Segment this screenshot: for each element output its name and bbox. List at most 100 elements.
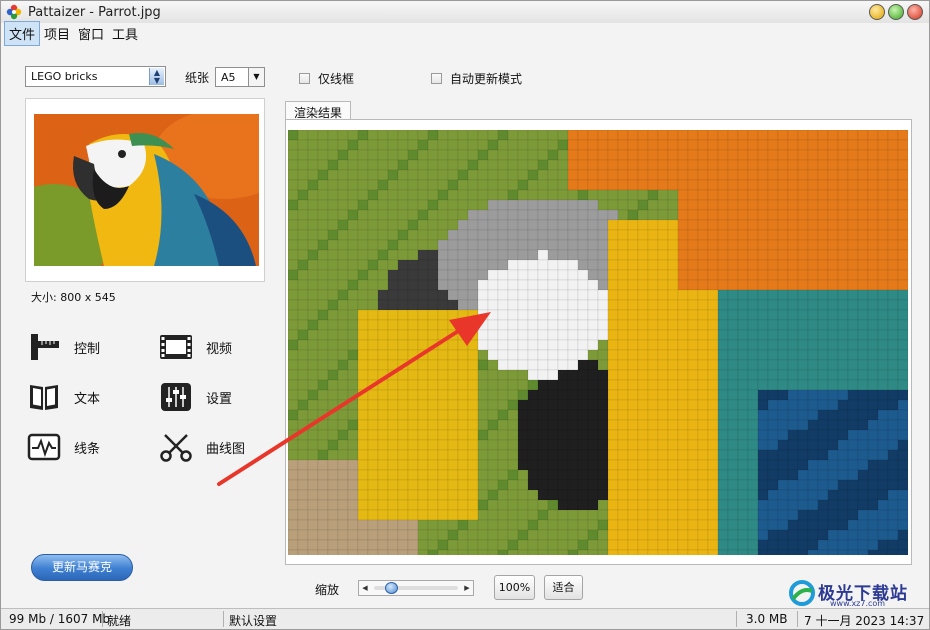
mosaic-brick	[687, 369, 699, 381]
zoom-fit-button[interactable]: 适合	[544, 575, 583, 600]
mosaic-brick	[367, 189, 379, 201]
mosaic-brick	[867, 209, 879, 221]
mosaic-brick	[877, 279, 889, 291]
mosaic-brick	[447, 489, 459, 501]
mosaic-brick	[587, 229, 599, 241]
mosaic-brick	[577, 209, 589, 221]
mosaic-brick	[387, 539, 399, 551]
slider-right-arrow-icon[interactable]: ▶	[461, 581, 473, 595]
mosaic-brick	[327, 489, 339, 501]
mosaic-brick	[667, 189, 679, 201]
mosaic-brick	[317, 239, 329, 251]
maximize-button[interactable]	[888, 4, 904, 20]
mosaic-brick	[877, 359, 889, 371]
menu-window[interactable]: 窗口	[74, 22, 108, 45]
tab-render-result[interactable]: 渲染结果	[285, 101, 352, 120]
tool-text[interactable]: 文本	[27, 382, 100, 412]
mosaic-brick	[357, 289, 369, 301]
mosaic-brick	[487, 229, 499, 241]
mosaic-brick	[657, 439, 669, 451]
mosaic-brick	[667, 379, 679, 391]
mosaic-brick	[637, 209, 649, 221]
mosaic-brick	[647, 369, 659, 381]
mosaic-brick	[787, 319, 799, 331]
mosaic-type-select[interactable]: LEGO bricks ▲ ▼	[25, 66, 166, 87]
close-button[interactable]	[907, 4, 923, 20]
mosaic-brick	[847, 329, 859, 341]
mosaic-brick	[807, 439, 819, 451]
mosaic-brick	[367, 209, 379, 221]
mosaic-brick	[387, 269, 399, 281]
mosaic-brick	[527, 219, 539, 231]
mosaic-brick	[737, 299, 749, 311]
mosaic-brick	[617, 349, 629, 361]
mosaic-brick	[607, 529, 619, 541]
mosaic-brick	[317, 509, 329, 521]
mosaic-brick	[637, 339, 649, 351]
mosaic-brick	[857, 159, 869, 171]
mosaic-brick	[347, 199, 359, 211]
menu-project[interactable]: 项目	[40, 22, 74, 45]
mosaic-brick	[787, 309, 799, 321]
mosaic-brick	[357, 249, 369, 261]
mosaic-brick	[347, 499, 359, 511]
mosaic-brick	[797, 539, 809, 551]
mosaic-brick	[587, 299, 599, 311]
mosaic-brick	[697, 359, 709, 371]
mosaic-brick	[857, 169, 869, 181]
update-mosaic-button[interactable]: 更新马赛克	[31, 554, 133, 581]
mosaic-brick	[717, 449, 729, 461]
mosaic-brick	[288, 179, 299, 191]
mosaic-brick	[797, 459, 809, 471]
mosaic-brick	[567, 359, 579, 371]
mosaic-brick	[797, 309, 809, 321]
menu-tools[interactable]: 工具	[108, 22, 142, 45]
mosaic-brick	[587, 369, 599, 381]
menu-file[interactable]: 文件	[4, 21, 41, 46]
mosaic-brick	[597, 130, 609, 141]
mosaic-brick	[547, 459, 559, 471]
zoom-slider[interactable]: ◀ ▶	[358, 580, 474, 596]
sliders-icon	[159, 382, 193, 412]
mosaic-brick	[787, 369, 799, 381]
tool-control[interactable]: 控制	[27, 332, 100, 362]
mosaic-brick	[697, 139, 709, 151]
tool-lines[interactable]: 线条	[27, 432, 100, 462]
mosaic-brick	[737, 529, 749, 541]
mosaic-brick	[747, 309, 759, 321]
mosaic-brick	[727, 329, 739, 341]
mosaic-brick	[857, 359, 869, 371]
mosaic-brick	[577, 339, 589, 351]
zoom-100-button[interactable]: 100%	[494, 575, 535, 600]
mosaic-brick	[567, 459, 579, 471]
mosaic-brick	[587, 339, 599, 351]
mosaic-brick	[407, 139, 419, 151]
mosaic-brick	[647, 139, 659, 151]
auto-update-checkbox[interactable]: 自动更新模式	[431, 70, 522, 87]
mosaic-brick	[657, 289, 669, 301]
paper-size-select[interactable]: A5 ▼	[215, 67, 265, 87]
mosaic-brick	[307, 179, 319, 191]
mosaic-brick	[347, 269, 359, 281]
mosaic-brick	[327, 289, 339, 301]
mosaic-brick	[337, 529, 349, 541]
mosaic-brick	[707, 309, 719, 321]
mosaic-brick	[537, 549, 549, 555]
mosaic-brick	[337, 209, 349, 221]
slider-knob[interactable]	[385, 582, 398, 594]
mosaic-brick	[288, 509, 299, 521]
mosaic-brick	[567, 369, 579, 381]
mosaic-brick	[747, 479, 759, 491]
mosaic-brick	[677, 199, 689, 211]
mosaic-brick	[567, 309, 579, 321]
minimize-button[interactable]	[869, 4, 885, 20]
mosaic-brick	[707, 199, 719, 211]
slider-left-arrow-icon[interactable]: ◀	[359, 581, 371, 595]
mosaic-brick	[377, 539, 389, 551]
mosaic-brick	[297, 199, 309, 211]
mosaic-brick	[767, 439, 779, 451]
wireframe-checkbox[interactable]: 仅线框	[299, 70, 354, 87]
mosaic-brick	[577, 379, 589, 391]
mosaic-brick	[407, 159, 419, 171]
mosaic-brick	[737, 469, 749, 481]
